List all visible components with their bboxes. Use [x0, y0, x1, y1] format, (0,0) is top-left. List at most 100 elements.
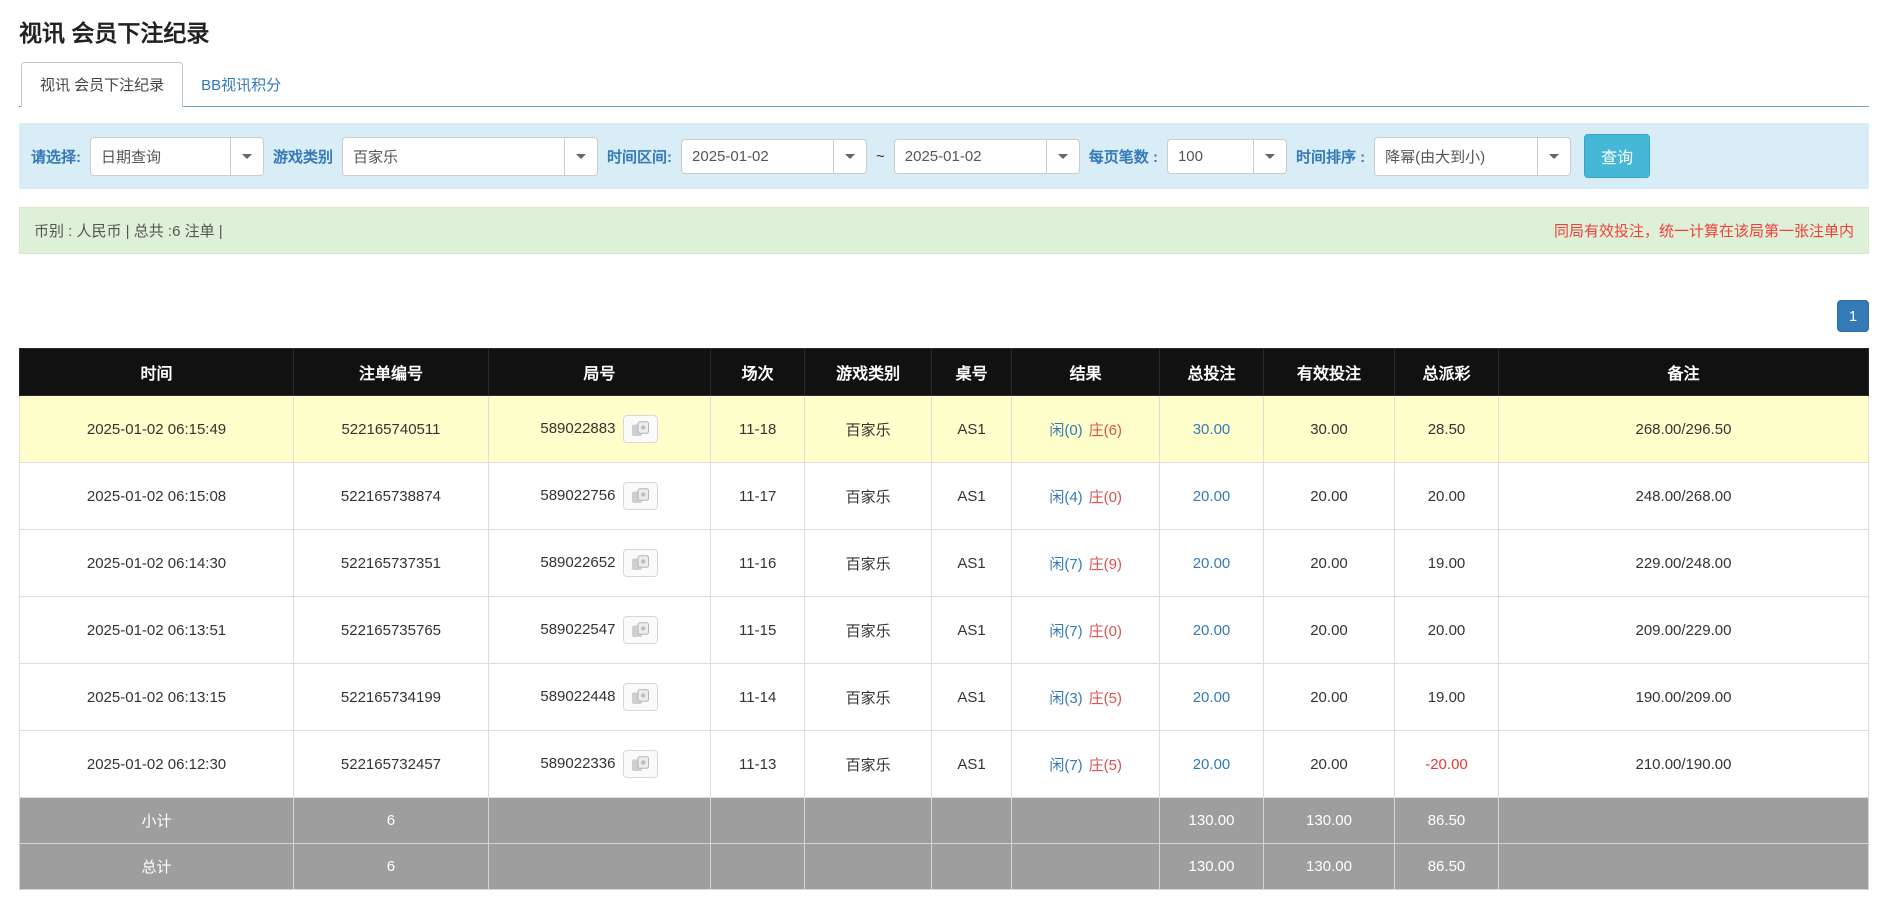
cell-payout: 19.00 [1395, 530, 1499, 597]
result-player: 闲(4) [1049, 489, 1082, 506]
total-bet-link[interactable]: 20.00 [1193, 756, 1231, 773]
empty-cell [710, 798, 804, 844]
cell-session: 11-13 [710, 731, 804, 798]
table-body: 2025-01-02 06:15:49 522165740511 5890228… [20, 396, 1869, 798]
col-bet-id: 注单编号 [294, 349, 489, 396]
date-to-select: 2025-01-02 [894, 139, 1080, 174]
total-bet-link[interactable]: 30.00 [1193, 421, 1231, 438]
result-player: 闲(7) [1049, 623, 1082, 640]
cell-time: 2025-01-02 06:15:08 [20, 463, 294, 530]
total-total-bet: 130.00 [1160, 844, 1264, 890]
cell-session: 11-17 [710, 463, 804, 530]
filter-bar: 请选择: 日期查询 游戏类别 百家乐 时间区间: 2025-01-02 ~ 20… [19, 123, 1869, 189]
cell-round: 589022336 [488, 731, 710, 798]
game-type-dropdown-button[interactable] [564, 137, 598, 176]
page-size-value[interactable]: 100 [1167, 139, 1253, 174]
total-valid-bet: 130.00 [1263, 844, 1394, 890]
cell-session: 11-16 [710, 530, 804, 597]
sort-order-value[interactable]: 降幂(由大到小) [1374, 137, 1537, 176]
date-range-separator: ~ [876, 148, 885, 165]
empty-cell [1012, 844, 1160, 890]
tab-bar: 视讯 会员下注纪录 BB视讯积分 [19, 62, 1869, 107]
page-1-button[interactable]: 1 [1837, 300, 1869, 332]
total-payout: 86.50 [1395, 844, 1499, 890]
page-size-dropdown-button[interactable] [1253, 139, 1287, 174]
game-type-select: 百家乐 [342, 137, 598, 176]
table-row: 2025-01-02 06:14:30 522165737351 5890226… [20, 530, 1869, 597]
cell-bet-id: 522165740511 [294, 396, 489, 463]
cell-table-no: AS1 [931, 396, 1011, 463]
subtotal-total-bet: 130.00 [1160, 798, 1264, 844]
col-session: 场次 [710, 349, 804, 396]
cell-valid-bet: 30.00 [1263, 396, 1394, 463]
cell-note: 190.00/209.00 [1498, 664, 1868, 731]
cell-total-bet: 20.00 [1160, 664, 1264, 731]
col-round: 局号 [488, 349, 710, 396]
cell-payout: 20.00 [1395, 463, 1499, 530]
cell-total-bet: 20.00 [1160, 463, 1264, 530]
cell-time: 2025-01-02 06:14:30 [20, 530, 294, 597]
round-replay-button[interactable] [623, 616, 658, 644]
cell-total-bet: 20.00 [1160, 731, 1264, 798]
search-button[interactable]: 查询 [1584, 134, 1650, 178]
cell-time: 2025-01-02 06:13:51 [20, 597, 294, 664]
round-replay-button[interactable] [623, 415, 658, 443]
game-type-value[interactable]: 百家乐 [342, 137, 564, 176]
round-replay-button[interactable] [623, 683, 658, 711]
sort-order-dropdown-button[interactable] [1537, 137, 1571, 176]
cell-game-type: 百家乐 [805, 530, 931, 597]
empty-cell [805, 798, 931, 844]
col-table-no: 桌号 [931, 349, 1011, 396]
cell-bet-id: 522165738874 [294, 463, 489, 530]
cell-note: 229.00/248.00 [1498, 530, 1868, 597]
table-row: 2025-01-02 06:15:49 522165740511 5890228… [20, 396, 1869, 463]
total-count: 6 [294, 844, 489, 890]
game-type-label: 游戏类别 [273, 146, 333, 167]
col-payout: 总派彩 [1395, 349, 1499, 396]
sort-order-select: 降幂(由大到小) [1374, 137, 1571, 176]
total-bet-link[interactable]: 20.00 [1193, 488, 1231, 505]
date-type-value[interactable]: 日期查询 [90, 137, 230, 176]
date-from-dropdown-button[interactable] [833, 139, 867, 174]
cell-bet-id: 522165735765 [294, 597, 489, 664]
date-from-select: 2025-01-02 [681, 139, 867, 174]
round-replay-button[interactable] [623, 750, 658, 778]
date-to-input[interactable]: 2025-01-02 [894, 139, 1046, 174]
cell-payout: 20.00 [1395, 597, 1499, 664]
cell-result: 闲(7)庄(0) [1012, 597, 1160, 664]
tab-betting-records[interactable]: 视讯 会员下注纪录 [21, 62, 183, 107]
cell-time: 2025-01-02 06:13:15 [20, 664, 294, 731]
cell-valid-bet: 20.00 [1263, 731, 1394, 798]
subtotal-count: 6 [294, 798, 489, 844]
cell-round: 589022448 [488, 664, 710, 731]
chevron-down-icon [576, 154, 586, 159]
date-from-input[interactable]: 2025-01-02 [681, 139, 833, 174]
pagination: 1 [19, 300, 1869, 332]
subtotal-row: 小计 6 130.00 130.00 86.50 [20, 798, 1869, 844]
cell-note: 248.00/268.00 [1498, 463, 1868, 530]
date-type-dropdown-button[interactable] [230, 137, 264, 176]
video-replay-icon [631, 421, 650, 437]
empty-cell [931, 798, 1011, 844]
page-size-select: 100 [1167, 139, 1287, 174]
round-replay-button[interactable] [623, 482, 658, 510]
cell-game-type: 百家乐 [805, 731, 931, 798]
cell-result: 闲(0)庄(6) [1012, 396, 1160, 463]
tab-bb-video-points[interactable]: BB视讯积分 [183, 63, 299, 106]
total-bet-link[interactable]: 20.00 [1193, 622, 1231, 639]
table-row: 2025-01-02 06:13:15 522165734199 5890224… [20, 664, 1869, 731]
video-replay-icon [631, 756, 650, 772]
cell-total-bet: 20.00 [1160, 597, 1264, 664]
cell-game-type: 百家乐 [805, 463, 931, 530]
cell-time: 2025-01-02 06:12:30 [20, 731, 294, 798]
total-bet-link[interactable]: 20.00 [1193, 689, 1231, 706]
chevron-down-icon [1058, 154, 1068, 159]
round-replay-button[interactable] [623, 549, 658, 577]
date-to-dropdown-button[interactable] [1046, 139, 1080, 174]
cell-total-bet: 30.00 [1160, 396, 1264, 463]
result-player: 闲(3) [1049, 690, 1082, 707]
total-bet-link[interactable]: 20.00 [1193, 555, 1231, 572]
cell-payout: 19.00 [1395, 664, 1499, 731]
betting-records-table: 时间 注单编号 局号 场次 游戏类别 桌号 结果 总投注 有效投注 总派彩 备注… [19, 348, 1869, 890]
result-player: 闲(7) [1049, 757, 1082, 774]
